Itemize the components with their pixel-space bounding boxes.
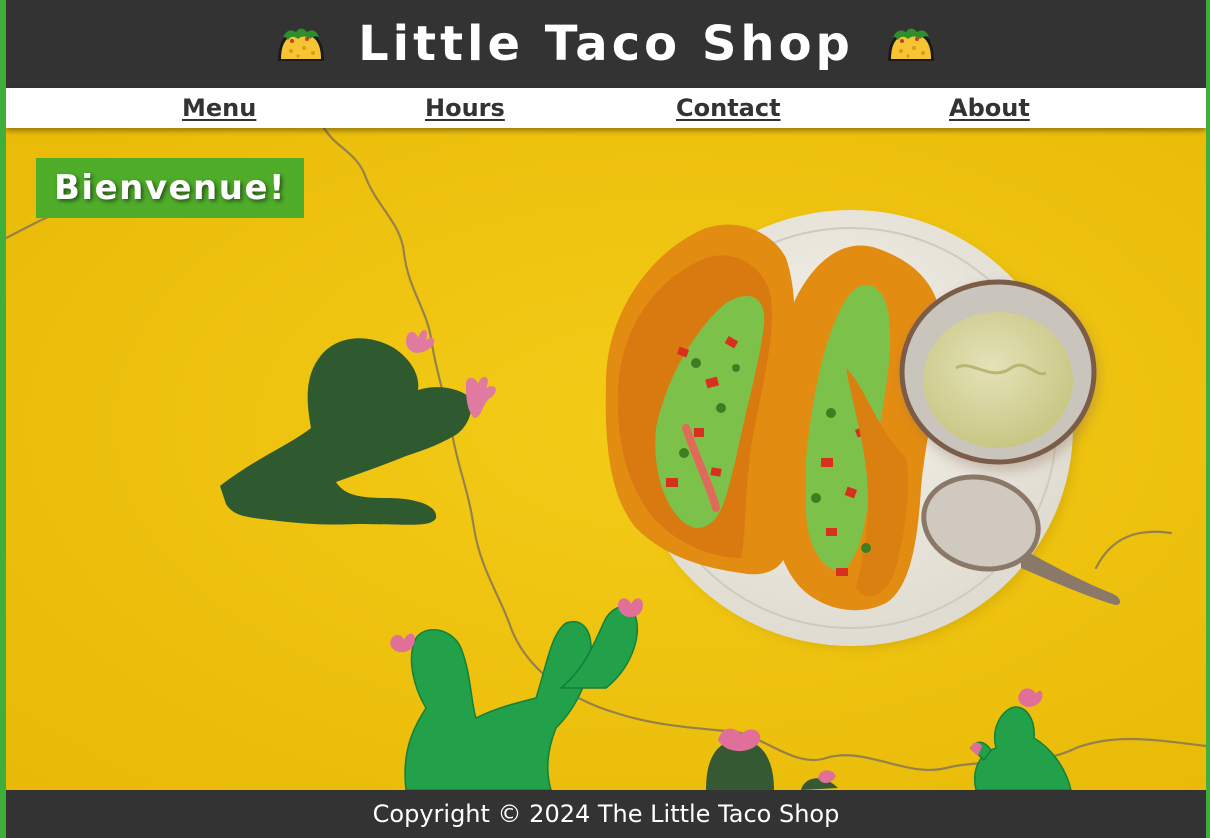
copyright-text: Copyright © 2024 The Little Taco Shop [372, 800, 840, 828]
nav-link-contact[interactable]: Contact [676, 94, 781, 122]
taco-icon [278, 28, 325, 61]
nav-link-about[interactable]: About [949, 94, 1030, 122]
welcome-badge: Bienvenue! [36, 158, 305, 218]
site-footer: Copyright © 2024 The Little Taco Shop [6, 790, 1206, 838]
site-header: Little Taco Shop [6, 0, 1206, 88]
hero-image [6, 128, 1206, 790]
nav-link-menu[interactable]: Menu [182, 94, 256, 122]
site-title: Little Taco Shop [358, 16, 854, 72]
main-nav: Menu Hours Contact About [6, 88, 1206, 128]
hero-section: Bienvenue! [6, 128, 1206, 790]
page-frame: Little Taco Shop Menu Hours Contact Abou… [6, 0, 1206, 838]
site-title-container: Little Taco Shop [274, 16, 938, 72]
taco-icon [887, 28, 934, 61]
nav-link-hours[interactable]: Hours [425, 94, 505, 122]
